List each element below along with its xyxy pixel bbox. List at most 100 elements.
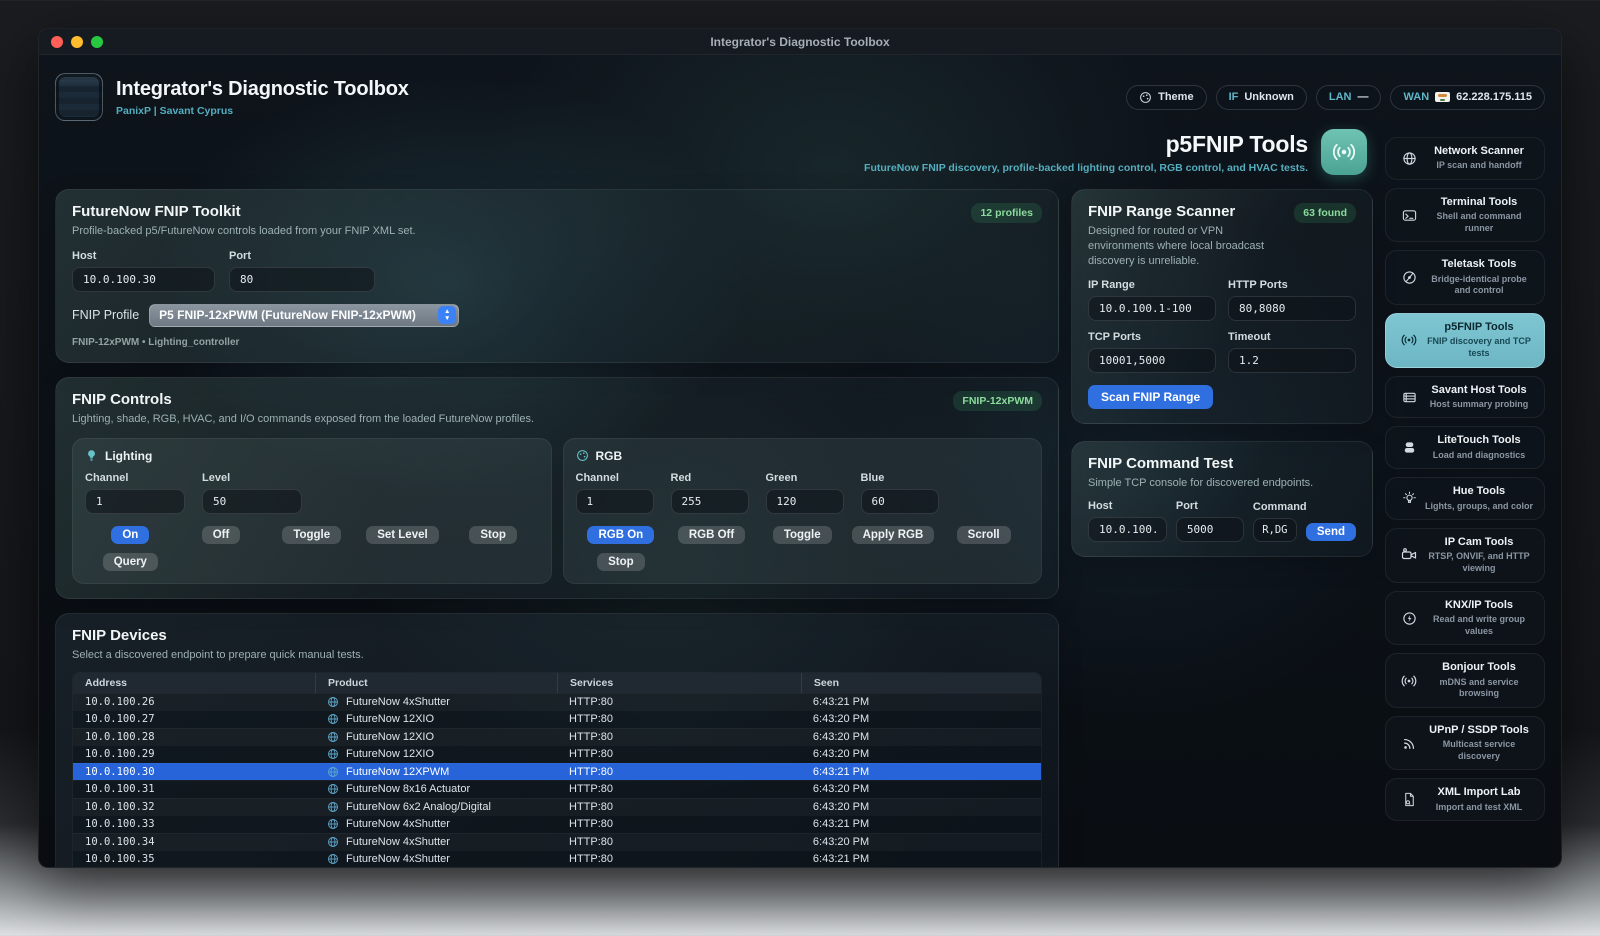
sidebar-item-subtitle: Multicast service discovery: [1442, 739, 1516, 761]
command-input[interactable]: R,DG: [1252, 518, 1297, 543]
device-product: FutureNow 4xShutter: [346, 853, 450, 866]
column-header-seen[interactable]: Seen: [800, 672, 1041, 693]
rgb-scroll-button[interactable]: Scroll: [956, 525, 1011, 544]
lighting-level-input[interactable]: [202, 488, 302, 514]
tool-hero: p5FNIP Tools FutureNow FNIP discovery, p…: [55, 129, 1545, 175]
device-services: HTTP:80: [569, 713, 614, 726]
lighting-toggle-button[interactable]: Toggle: [282, 525, 342, 544]
red-label: Red: [670, 471, 692, 484]
broadcast-icon: [1396, 673, 1422, 689]
globe-icon: [327, 818, 339, 830]
device-address: 10.0.100.29: [85, 748, 155, 761]
sidebar-item[interactable]: KNX/IP Tools Read and write group values: [1385, 590, 1545, 646]
sidebar-item[interactable]: p5FNIP Tools FNIP discovery and TCP test…: [1385, 313, 1545, 368]
device-seen: 6:43:20 PM: [812, 800, 870, 813]
rgb-channel-input[interactable]: [575, 488, 654, 514]
rgb-on-button[interactable]: RGB On: [587, 525, 655, 544]
table-row[interactable]: 10.0.100.28 FutureNow 12XIO HTTP:80 6:43…: [73, 728, 1041, 746]
sidebar-item[interactable]: XML Import Lab Import and test XML: [1385, 778, 1545, 822]
table-row[interactable]: 10.0.100.29 FutureNow 12XIO HTTP:80 6:43…: [73, 745, 1041, 763]
table-row[interactable]: 10.0.100.35 FutureNow 4xShutter HTTP:80 …: [73, 850, 1041, 867]
scan-fnip-range-button[interactable]: Scan FNIP Range: [1088, 384, 1214, 409]
device-seen: 6:43:20 PM: [812, 835, 870, 848]
sidebar-item[interactable]: LiteTouch Tools Load and diagnostics: [1385, 426, 1545, 470]
wan-status-pill[interactable]: WAN 62.228.175.115: [1390, 84, 1545, 110]
table-row[interactable]: 10.0.100.26 FutureNow 4xShutter HTTP:80 …: [73, 693, 1041, 711]
globe-icon: [327, 713, 339, 725]
table-row[interactable]: 10.0.100.34 FutureNow 4xShutter HTTP:80 …: [73, 833, 1041, 851]
column-header-services[interactable]: Services: [557, 672, 801, 693]
ip-range-input[interactable]: [1088, 295, 1216, 321]
host-input[interactable]: [72, 266, 215, 292]
lighting-set-level-button[interactable]: Set Level: [366, 525, 439, 544]
table-row[interactable]: 10.0.100.31 FutureNow 8x16 Actuator HTTP…: [73, 780, 1041, 798]
timeout-input[interactable]: [1228, 347, 1356, 373]
sidebar-item[interactable]: Terminal Tools Shell and command runner: [1385, 187, 1545, 243]
sidebar-item[interactable]: UPnP / SSDP Tools Multicast service disc…: [1385, 715, 1545, 771]
keypad-icon: [1396, 440, 1422, 455]
if-status-pill[interactable]: IF Unknown: [1215, 84, 1307, 110]
column-header-product[interactable]: Product: [315, 672, 557, 693]
channel-label: Channel: [575, 471, 619, 484]
lan-status-pill[interactable]: LAN —: [1315, 84, 1382, 110]
rgb-off-button[interactable]: RGB Off: [677, 525, 746, 544]
lighting-off-button[interactable]: Off: [201, 525, 241, 544]
device-product: FutureNow 8x16 Actuator: [346, 783, 471, 796]
globe-icon: [1396, 151, 1422, 166]
table-row[interactable]: 10.0.100.27 FutureNow 12XIO HTTP:80 6:43…: [73, 710, 1041, 728]
broadcast-icon: [1321, 129, 1367, 175]
rgb-toggle-button[interactable]: Toggle: [772, 525, 832, 544]
devices-subtitle: Select a discovered endpoint to prepare …: [72, 648, 364, 661]
lighting-stop-button[interactable]: Stop: [469, 525, 517, 544]
rgb-red-input[interactable]: [670, 488, 749, 514]
column-header-address[interactable]: Address: [73, 673, 315, 693]
rgb-stop-button[interactable]: Stop: [597, 552, 645, 571]
terminal-icon: [1396, 208, 1422, 223]
http-ports-input[interactable]: [1228, 295, 1356, 321]
fnip-profile-value: P5 FNIP-12xPWM (FutureNow FNIP-12xPWM): [159, 308, 416, 323]
page-title: Integrator's Diagnostic Toolbox: [116, 77, 409, 100]
probe-icon: [1396, 270, 1422, 285]
tool-hero-text: p5FNIP Tools FutureNow FNIP discovery, p…: [864, 131, 1308, 174]
table-row[interactable]: 10.0.100.32 FutureNow 6x2 Analog/Digital: [73, 798, 1041, 816]
lighting-on-button[interactable]: On: [111, 525, 150, 544]
table-row[interactable]: 10.0.100.33 FutureNow 4xShutter HTTP:80 …: [73, 815, 1041, 833]
device-product: FutureNow 4xShutter: [346, 818, 450, 831]
level-label: Level: [202, 471, 231, 484]
send-button[interactable]: Send: [1305, 523, 1356, 542]
port-input[interactable]: [229, 266, 375, 292]
device-services: HTTP:80: [569, 800, 614, 813]
http-ports-label: HTTP Ports: [1228, 278, 1288, 291]
rgb-blue-input[interactable]: [860, 488, 939, 514]
theme-button[interactable]: Theme: [1126, 84, 1207, 110]
xml-doc-icon: [1396, 792, 1422, 807]
table-row[interactable]: 10.0.100.30 FutureNow 12XPWM HTTP:80 6:4…: [73, 762, 1041, 781]
tcp-ports-input[interactable]: [1088, 347, 1216, 373]
sidebar-item-label: Network Scanner: [1434, 145, 1524, 157]
sidebar-item[interactable]: IP Cam Tools RTSP, ONVIF, and HTTP viewi…: [1385, 528, 1545, 583]
globe-icon: [327, 731, 339, 743]
lighting-channel-input[interactable]: [85, 488, 185, 514]
sidebar-item[interactable]: Bonjour Tools mDNS and service browsing: [1385, 653, 1545, 708]
globe-icon: [327, 801, 339, 813]
main-columns: FutureNow FNIP Toolkit Profile-backed p5…: [55, 137, 1545, 867]
sidebar-item[interactable]: Hue Tools Lights, groups, and color: [1385, 477, 1545, 521]
sidebar-item-label: Teletask Tools: [1441, 258, 1517, 271]
select-stepper-icon: ▲ ▼: [438, 306, 457, 325]
command-host-input[interactable]: [1088, 517, 1167, 543]
device-seen: 6:43:20 PM: [812, 713, 870, 726]
rgb-apply-button[interactable]: Apply RGB: [851, 525, 935, 544]
sidebar-item[interactable]: Network Scanner IP scan and handoff: [1385, 137, 1545, 180]
sidebar-item-label: KNX/IP Tools: [1444, 598, 1514, 611]
sidebar-item-subtitle: Read and write group values: [1432, 613, 1525, 636]
lighting-query-button[interactable]: Query: [102, 552, 158, 571]
sidebar-item-label: XML Import Lab: [1437, 786, 1521, 799]
fnip-profile-select[interactable]: P5 FNIP-12xPWM (FutureNow FNIP-12xPWM) ▲…: [149, 303, 460, 327]
device-address: 10.0.100.34: [85, 835, 155, 848]
command-port-input[interactable]: [1175, 517, 1244, 543]
controls-title: FNIP Controls: [72, 390, 172, 408]
sidebar-item[interactable]: Teletask Tools Bridge-identical probe an…: [1385, 250, 1545, 305]
rgb-green-input[interactable]: [765, 488, 844, 514]
sidebar-item[interactable]: Savant Host Tools Host summary probing: [1385, 375, 1545, 419]
broadcast-icon: [1396, 332, 1422, 348]
